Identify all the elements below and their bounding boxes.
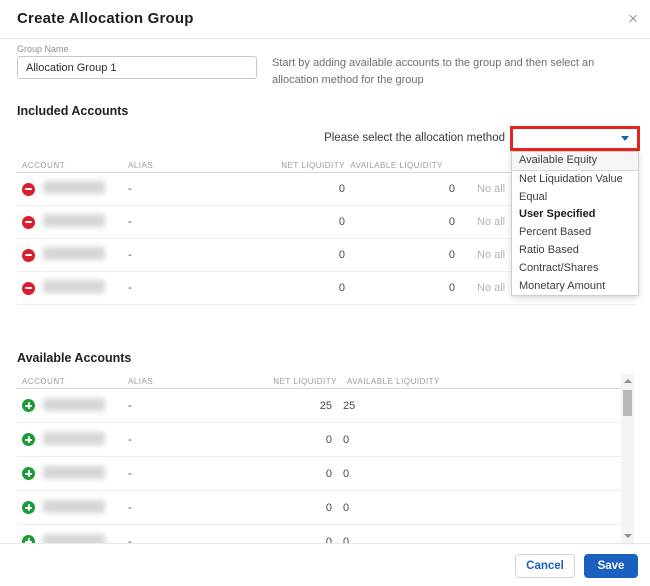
available-account-row: - 0 0: [17, 457, 621, 491]
cell-alias: -: [128, 467, 132, 480]
cell-alias: -: [128, 282, 132, 294]
account-id-redacted: [43, 533, 105, 543]
scroll-down-icon[interactable]: [623, 534, 632, 538]
cell-alias: -: [128, 535, 132, 544]
close-icon[interactable]: ×: [628, 8, 638, 30]
cell-net-liquidity: 0: [325, 467, 332, 480]
cancel-button[interactable]: Cancel: [515, 554, 575, 578]
dialog-title: Create Allocation Group: [17, 10, 194, 27]
add-account-icon[interactable]: [22, 535, 35, 543]
available-accounts-table: ACCOUNT ALIAS NET LIQUIDITY AVAILABLE LI…: [17, 374, 621, 543]
dropdown-option-available-equity[interactable]: Available Equity: [512, 152, 638, 171]
cell-net-liquidity: 0: [325, 501, 332, 514]
column-header-available-liquidity: AVAILABLE LIQUIDITY: [347, 376, 440, 386]
scrollbar-thumb[interactable]: [623, 390, 632, 416]
create-allocation-group-dialog: Create Allocation Group × Group Name Sta…: [0, 0, 650, 586]
column-header-account: ACCOUNT: [22, 376, 66, 386]
allocation-method-label: Please select the allocation method: [324, 132, 505, 144]
cell-available-liquidity: 0: [343, 501, 350, 514]
account-id-redacted: [43, 431, 105, 445]
scroll-up-icon[interactable]: [623, 379, 632, 383]
add-account-icon[interactable]: [22, 433, 35, 446]
dropdown-option-contract-shares[interactable]: Contract/Shares: [512, 260, 638, 278]
cell-alias: -: [128, 216, 132, 228]
available-account-row: - 25 25: [17, 389, 621, 423]
cell-net-liquidity: 0: [325, 433, 332, 446]
chevron-down-icon: [621, 136, 629, 141]
cell-available-liquidity: 0: [448, 282, 455, 294]
account-id-redacted: [43, 247, 105, 260]
column-header-alias: ALIAS: [128, 376, 154, 386]
cell-net-liquidity: 0: [338, 249, 345, 261]
scrollbar[interactable]: [621, 374, 634, 543]
allocation-method-dropdown: Available Equity Net Liquidation Value E…: [511, 151, 639, 297]
account-id-redacted: [43, 499, 105, 513]
dropdown-option-monetary-amount[interactable]: Monetary Amount: [512, 278, 638, 296]
account-id-redacted: [43, 397, 105, 411]
cell-alias: -: [128, 249, 132, 261]
available-accounts-heading: Available Accounts: [17, 351, 132, 365]
add-account-icon[interactable]: [22, 399, 35, 412]
column-header-net-liquidity: NET LIQUIDITY: [281, 160, 345, 170]
column-header-account: ACCOUNT: [22, 160, 66, 170]
helper-text: Start by adding available accounts to th…: [272, 57, 595, 86]
allocation-method-select[interactable]: [510, 126, 640, 151]
cell-available-liquidity: 0: [448, 183, 455, 195]
add-account-icon[interactable]: [22, 467, 35, 480]
remove-account-icon[interactable]: [22, 281, 35, 295]
cell-available-liquidity: 0: [448, 216, 455, 228]
footer-divider: [0, 543, 650, 544]
dropdown-option-ratio-based[interactable]: Ratio Based: [512, 242, 638, 260]
cell-net-liquidity: 0: [338, 183, 345, 195]
dropdown-option-net-liquidation-value[interactable]: Net Liquidation Value: [512, 171, 638, 189]
cell-available-liquidity: 0: [343, 467, 350, 480]
dropdown-option-percent-based[interactable]: Percent Based: [512, 224, 638, 242]
cell-available-liquidity: 0: [343, 433, 350, 446]
cell-available-liquidity: 0: [448, 249, 455, 261]
cell-alias: -: [128, 433, 132, 446]
dialog-header: Create Allocation Group ×: [0, 0, 650, 39]
available-table-header: ACCOUNT ALIAS NET LIQUIDITY AVAILABLE LI…: [17, 374, 621, 389]
account-id-redacted: [43, 214, 105, 227]
cell-alias: -: [128, 399, 132, 412]
group-name-input[interactable]: [17, 56, 257, 79]
remove-account-icon[interactable]: [22, 215, 35, 229]
remove-account-icon[interactable]: [22, 248, 35, 262]
available-account-row: - 0 0: [17, 491, 621, 525]
dropdown-option-user-specified[interactable]: User Specified: [512, 206, 638, 224]
cell-alias: -: [128, 183, 132, 195]
save-button[interactable]: Save: [584, 554, 638, 578]
group-name-label: Group Name: [17, 44, 69, 54]
account-id-redacted: [43, 465, 105, 479]
dropdown-option-equal[interactable]: Equal: [512, 189, 638, 207]
cell-net-liquidity: 0: [338, 282, 345, 294]
remove-account-icon[interactable]: [22, 182, 35, 196]
cell-available-liquidity: 0: [343, 535, 350, 544]
account-id-redacted: [43, 280, 105, 293]
cell-net-liquidity: 0: [338, 216, 345, 228]
cell-alias: -: [128, 501, 132, 514]
column-header-alias: ALIAS: [128, 160, 154, 170]
column-header-available-liquidity: AVAILABLE LIQUIDITY: [350, 160, 443, 170]
included-accounts-heading: Included Accounts: [17, 104, 129, 118]
available-account-row: - 0 0: [17, 423, 621, 457]
account-id-redacted: [43, 181, 105, 194]
column-header-net-liquidity: NET LIQUIDITY: [273, 376, 337, 386]
cell-net-liquidity: 0: [325, 535, 332, 544]
cell-net-liquidity: 25: [319, 399, 332, 412]
add-account-icon[interactable]: [22, 501, 35, 514]
available-account-row: - 0 0: [17, 525, 621, 543]
cell-available-liquidity: 25: [343, 399, 356, 412]
